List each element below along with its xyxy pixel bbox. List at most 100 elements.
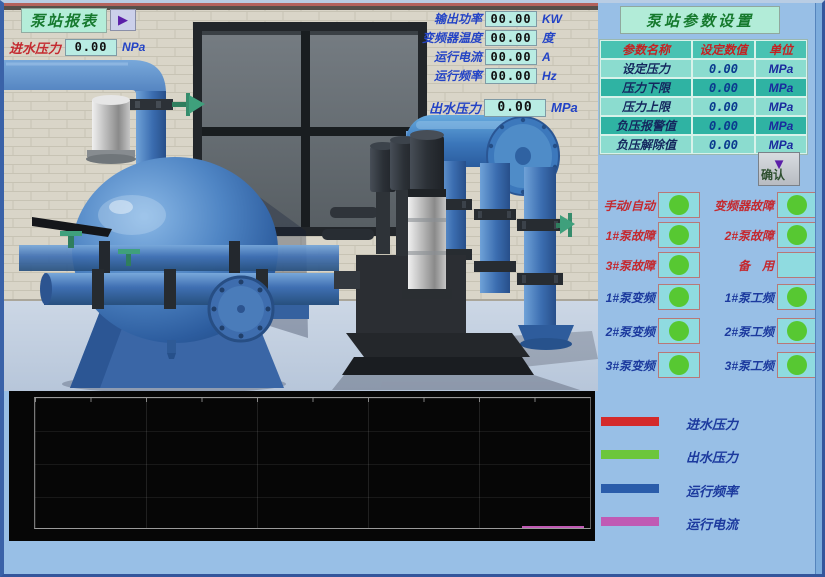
trend-plot-area: [34, 397, 591, 529]
indicator-row: 3#泵变频 3#泵工频: [591, 352, 819, 378]
legend-label: 运行频率: [686, 481, 738, 500]
inlet-pressure-readout: 进水压力 0.00 NPa: [9, 38, 149, 56]
trend-chart: [9, 391, 595, 541]
output-power-value: 00.00: [485, 11, 537, 27]
legend-swatch-red: [601, 417, 659, 426]
lamp-circle: [669, 321, 689, 341]
outlet-pressure-label: 出水压力: [421, 98, 481, 117]
param-row-unit: MPa: [755, 116, 807, 135]
lamp-circle: [787, 355, 807, 375]
pump3-mains-lamp: [777, 352, 817, 378]
right-edge-strip: [815, 3, 822, 574]
pump2-mains-lamp: [777, 318, 817, 344]
running-frequency-value: 00.00: [485, 68, 537, 84]
lamp-circle: [669, 225, 689, 245]
inverter-temp-value: 00.00: [485, 30, 537, 46]
output-power-label: 输出功率: [406, 10, 482, 27]
inlet-pressure-value: 0.00: [65, 39, 117, 56]
indicator-label: 变频器故障: [702, 197, 774, 214]
inlet-pressure-label: 进水压力: [9, 38, 61, 57]
tank-vent-cylinder: [86, 95, 136, 164]
pump2-vfd-lamp: [658, 318, 700, 344]
param-row-name: 负压报警值: [600, 116, 692, 135]
param-row-name: 负压解除值: [600, 135, 692, 154]
lamp-circle: [669, 195, 689, 215]
indicator-label: 1#泵故障: [591, 227, 655, 244]
legend-swatch-green: [601, 450, 659, 459]
param-row-value[interactable]: 0.00: [692, 78, 755, 97]
indicator-row: 手动/自动 变频器故障: [591, 192, 819, 218]
legend-item-running-frequency: 运行频率: [601, 481, 738, 498]
inverter-temp-readout: 变频器温度 00.00 度: [406, 29, 554, 46]
running-current-value: 00.00: [485, 49, 537, 65]
param-row-value[interactable]: 0.00: [692, 116, 755, 135]
report-button[interactable]: 泵站报表: [21, 8, 107, 33]
running-current-trace: [522, 526, 584, 528]
legend-item-outlet-pressure: 出水压力: [601, 447, 738, 464]
outlet-pressure-unit: MPa: [551, 100, 578, 115]
param-row-unit: MPa: [755, 59, 807, 78]
pump1-vfd-lamp: [658, 284, 700, 310]
running-frequency-label: 运行频率: [406, 67, 482, 84]
settings-table: 参数名称 设定数值 单位 设定压力 0.00 MPa 压力下限 0.00 MPa…: [599, 39, 808, 155]
output-power-unit: KW: [542, 12, 562, 26]
confirm-button[interactable]: ▼ 确认: [758, 152, 800, 186]
legend-item-running-current: 运行电流: [601, 514, 738, 531]
indicator-label: 1#泵工频: [702, 289, 774, 306]
running-current-label: 运行电流: [406, 48, 482, 65]
col-header-name: 参数名称: [600, 40, 692, 59]
pump1-fault-lamp: [658, 222, 700, 248]
indicator-row: 1#泵故障 2#泵故障: [591, 222, 819, 248]
inverter-fault-lamp: [777, 192, 817, 218]
indicator-label: 2#泵工频: [702, 323, 774, 340]
lamp-circle: [787, 195, 807, 215]
report-play-button[interactable]: ▶: [110, 9, 136, 31]
front-flange: [209, 277, 273, 341]
lamp-circle: [669, 355, 689, 375]
indicator-label: 2#泵故障: [702, 227, 774, 244]
col-header-unit: 单位: [755, 40, 807, 59]
outlet-pressure-value: 0.00: [484, 99, 546, 117]
param-row-value[interactable]: 0.00: [692, 59, 755, 78]
running-current-unit: A: [542, 50, 551, 64]
lamp-circle: [787, 321, 807, 341]
param-row-name: 压力上限: [600, 97, 692, 116]
indicator-label: 1#泵变频: [591, 289, 655, 306]
indicator-label: 备 用: [702, 257, 774, 274]
legend-item-inlet-pressure: 进水压力: [601, 414, 738, 431]
spare-lamp: [777, 252, 817, 278]
param-row-name: 设定压力: [600, 59, 692, 78]
indicator-label: 3#泵故障: [591, 257, 655, 274]
pump-station-hmi-screen: 泵站报表 ▶ 进水压力 0.00 NPa 输出功率 00.00 KW 变频器温度…: [0, 0, 825, 577]
indicator-row: 1#泵变频 1#泵工频: [591, 284, 819, 310]
lamp-circle: [787, 287, 807, 307]
param-row-unit: MPa: [755, 78, 807, 97]
output-power-readout: 输出功率 00.00 KW: [406, 10, 562, 27]
param-row-value[interactable]: 0.00: [692, 97, 755, 116]
indicator-row: 3#泵故障 备 用: [591, 252, 819, 278]
running-current-readout: 运行电流 00.00 A: [406, 48, 551, 65]
lamp-circle: [669, 255, 689, 275]
inlet-pressure-unit: NPa: [122, 40, 145, 54]
pump1-mains-lamp: [777, 284, 817, 310]
confirm-button-label: 确认: [761, 169, 785, 181]
param-row-unit: MPa: [755, 97, 807, 116]
running-frequency-unit: Hz: [542, 69, 557, 83]
col-header-value: 设定数值: [692, 40, 755, 59]
plot-ticks: [35, 398, 590, 402]
inverter-temp-unit: 度: [542, 29, 554, 46]
legend-label: 出水压力: [686, 447, 738, 466]
indicator-label: 3#泵变频: [591, 357, 655, 374]
running-frequency-readout: 运行频率 00.00 Hz: [406, 67, 557, 84]
indicator-label: 2#泵变频: [591, 323, 655, 340]
outlet-pressure-readout: 出水压力 0.00 MPa: [421, 98, 578, 117]
manual-auto-lamp: [658, 192, 700, 218]
param-row-value[interactable]: 0.00: [692, 135, 755, 154]
legend-label: 运行电流: [686, 514, 738, 533]
legend-swatch-blue: [601, 484, 659, 493]
inverter-temp-label: 变频器温度: [406, 29, 482, 46]
pump3-fault-lamp: [658, 252, 700, 278]
indicator-label: 手动/自动: [591, 197, 655, 214]
indicator-row: 2#泵变频 2#泵工频: [591, 318, 819, 344]
indicator-label: 3#泵工频: [702, 357, 774, 374]
